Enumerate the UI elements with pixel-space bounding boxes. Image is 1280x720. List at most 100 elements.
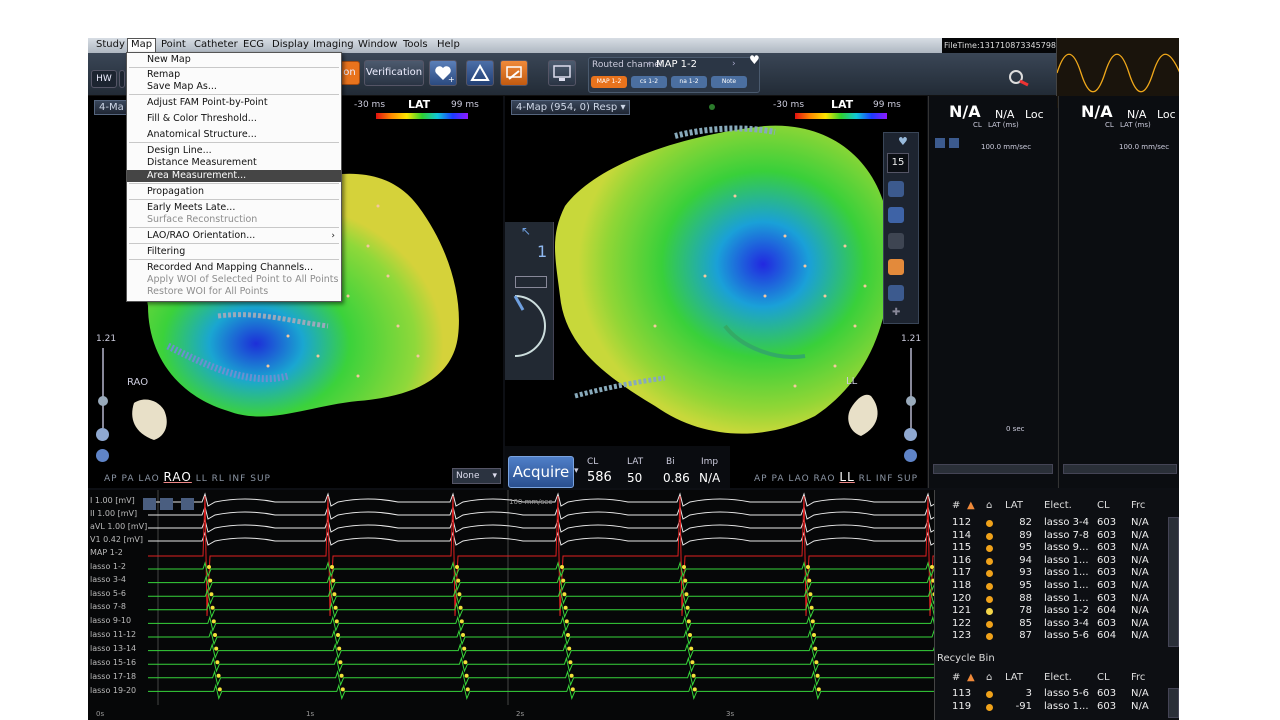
map-menu-item[interactable]: Propagation	[127, 186, 341, 198]
map-menu-item[interactable]: Area Measurement...	[127, 170, 341, 182]
table-row[interactable]: 120 88 lasso 1... 603 N/A	[935, 593, 1165, 606]
signal-tool-b[interactable]	[160, 498, 173, 510]
right-view-ap[interactable]: AP	[754, 474, 768, 484]
signal-panel-1[interactable]: N/A N/A Loc CL LAT (ms) 100.0 mm/sec 0 s…	[928, 96, 1057, 488]
map-menu-item[interactable]: Design Line...	[127, 145, 341, 157]
signal-label[interactable]: lasso 11-12	[90, 630, 136, 639]
pin-tool-icon[interactable]: ✚	[892, 307, 900, 318]
sort-up-icon[interactable]: ▲	[967, 500, 975, 514]
hw-button[interactable]: HW	[91, 70, 117, 88]
left-zoom-icon[interactable]	[96, 428, 109, 441]
channel-chip-na[interactable]: na 1-2	[671, 76, 707, 88]
right-view-pa[interactable]: PA	[771, 474, 784, 484]
record-tool-icon[interactable]	[888, 285, 904, 301]
recycle-header-elect[interactable]: Elect.	[1044, 672, 1072, 686]
points-header-frc[interactable]: Frc	[1131, 500, 1145, 514]
heart-tool-icon[interactable]: ♥	[898, 135, 908, 148]
shape-tool-button[interactable]	[466, 60, 494, 86]
signal-label[interactable]: lasso 19-20	[90, 686, 136, 695]
hw-adjacent-button[interactable]	[119, 70, 125, 88]
catheter-tool-button[interactable]	[500, 60, 528, 86]
recycle-header-tag-icon[interactable]: ⌂	[986, 672, 992, 686]
signal-label[interactable]: aVL 1.00 [mV]	[90, 522, 147, 531]
map-menu-item[interactable]: Early Meets Late...	[127, 202, 341, 214]
map-menu-item[interactable]: Adjust FAM Point-by-Point	[127, 97, 341, 109]
left-view-rl[interactable]: RL	[212, 474, 225, 484]
partial-orange-button[interactable]: on	[339, 61, 360, 85]
left-slider-handle[interactable]	[98, 396, 108, 406]
recycle-bin-scrollbar[interactable]	[1168, 688, 1179, 718]
menu-point[interactable]: Point	[158, 39, 189, 50]
right-rotate-icon[interactable]	[904, 449, 917, 462]
points-header-lat[interactable]: LAT	[1005, 500, 1023, 514]
disabled-tool-icon[interactable]	[888, 233, 904, 249]
recycle-header-frc[interactable]: Frc	[1131, 672, 1145, 686]
table-row[interactable]: 119 -91 lasso 1... 603 N/A	[935, 701, 1165, 714]
panel1-scrollbar[interactable]	[933, 464, 1053, 474]
panel1-tool-a[interactable]	[935, 138, 945, 148]
recycle-header-cl[interactable]: CL	[1097, 672, 1110, 686]
signal-label[interactable]: I 1.00 [mV]	[90, 496, 135, 505]
menu-ecg[interactable]: ECG	[240, 39, 267, 50]
right-view-inf[interactable]: INF	[876, 474, 894, 484]
left-view-lao[interactable]: LAO	[138, 474, 159, 484]
points-header-elect[interactable]: Elect.	[1044, 500, 1072, 514]
grid-cells-icon[interactable]	[515, 276, 547, 288]
heart-plus-button[interactable]: +	[429, 60, 457, 86]
signal-panel-2[interactable]: N/A N/A Loc CL LAT (ms) 100.0 mm/sec	[1058, 96, 1179, 488]
routed-channel-next-icon[interactable]: ›	[732, 59, 736, 69]
table-row[interactable]: 115 95 lasso 9... 603 N/A	[935, 542, 1165, 555]
left-vertical-slider[interactable]	[102, 348, 104, 428]
menu-tools[interactable]: Tools	[400, 39, 431, 50]
table-row[interactable]: 112 82 lasso 3-4 603 N/A	[935, 517, 1165, 530]
panel1-tool-b[interactable]	[949, 138, 959, 148]
map-menu-item[interactable]: New Map	[127, 54, 341, 66]
table-row[interactable]: 121 78 lasso 1-2 604 N/A	[935, 605, 1165, 618]
channel-chip-cs[interactable]: cs 1-2	[631, 76, 667, 88]
panel2-scrollbar[interactable]	[1063, 464, 1177, 474]
right-view-sup[interactable]: SUP	[897, 474, 918, 484]
right-view-lao[interactable]: LAO	[788, 474, 809, 484]
points-header-tag-icon[interactable]: ⌂	[986, 500, 992, 514]
table-row[interactable]: 118 95 lasso 1... 603 N/A	[935, 580, 1165, 593]
signal-label[interactable]: lasso 5-6	[90, 589, 126, 598]
signal-tool-c[interactable]	[181, 498, 194, 510]
acquire-button[interactable]: Acquire	[508, 456, 574, 488]
points-header-cl[interactable]: CL	[1097, 500, 1110, 514]
signal-label[interactable]: lasso 9-10	[90, 616, 131, 625]
magnet-tool-icon[interactable]	[888, 207, 904, 223]
points-header-number[interactable]: #	[952, 500, 960, 514]
table-row[interactable]: 122 85 lasso 3-4 603 N/A	[935, 618, 1165, 631]
left-rotate-icon[interactable]	[96, 449, 109, 462]
recycle-sort-up-icon[interactable]: ▲	[967, 672, 975, 686]
verification-button[interactable]: Verification	[364, 60, 424, 86]
menu-window[interactable]: Window	[355, 39, 400, 50]
table-row[interactable]: 117 93 lasso 1... 603 N/A	[935, 567, 1165, 580]
right-view-rl[interactable]: RL	[859, 474, 872, 484]
table-row[interactable]: 116 94 lasso 1... 603 N/A	[935, 555, 1165, 568]
target-tool-icon[interactable]	[888, 259, 904, 275]
map-menu-item[interactable]: Remap	[127, 69, 341, 81]
map-menu-item[interactable]: Fill & Color Threshold...	[127, 113, 341, 125]
menu-catheter[interactable]: Catheter	[191, 39, 241, 50]
signal-label[interactable]: lasso 13-14	[90, 644, 136, 653]
menu-map[interactable]: Map	[127, 38, 157, 53]
signal-label[interactable]: lasso 17-18	[90, 672, 136, 681]
routed-channel-prev-icon[interactable]: ‹	[647, 59, 651, 69]
right-view-ll[interactable]: LL	[839, 470, 854, 484]
signal-label[interactable]: MAP 1-2	[90, 548, 123, 557]
grid-tool-icon[interactable]	[888, 181, 904, 197]
left-view-ll[interactable]: LL	[196, 474, 208, 484]
right-slider-handle[interactable]	[906, 396, 916, 406]
left-view-sup[interactable]: SUP	[250, 474, 271, 484]
right-view-rao[interactable]: RAO	[814, 474, 836, 484]
none-dropdown[interactable]: None ▾	[452, 468, 501, 484]
map-menu-item[interactable]: Recorded And Mapping Channels...	[127, 262, 341, 274]
right-map-view[interactable]: 4-Map (954, 0) Resp ▾ -30 ms LAT 99 ms ♥…	[505, 96, 927, 488]
recycle-header-number[interactable]: #	[952, 672, 960, 686]
map-menu-item[interactable]: Save Map As...	[127, 81, 341, 93]
map-menu-item[interactable]: Anatomical Structure...	[127, 129, 341, 141]
channel-chip-note[interactable]: Note	[711, 76, 747, 88]
signal-label[interactable]: lasso 15-16	[90, 658, 136, 667]
right-zoom-icon[interactable]	[904, 428, 917, 441]
